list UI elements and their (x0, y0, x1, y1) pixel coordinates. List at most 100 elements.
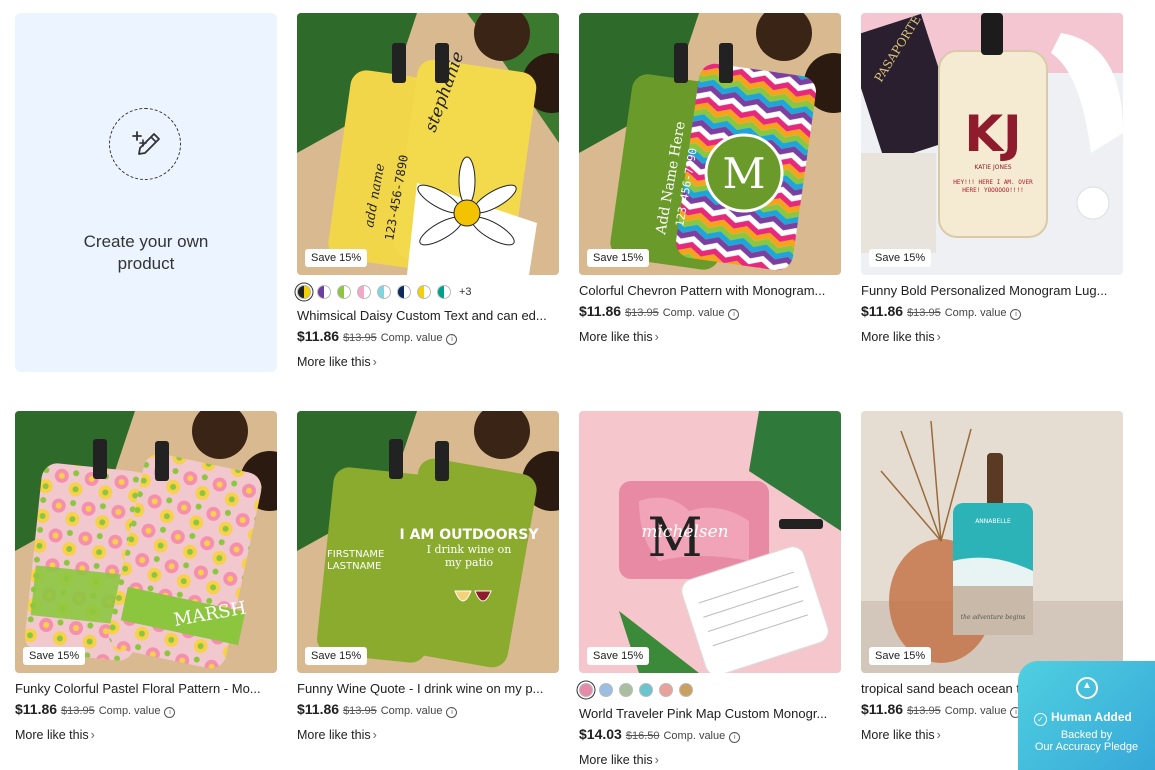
swatch[interactable] (397, 285, 411, 299)
product-title[interactable]: Whimsical Daisy Custom Text and can ed..… (297, 308, 559, 324)
swatch[interactable] (639, 683, 653, 697)
more-like-this-link[interactable]: More like this › (579, 753, 841, 767)
more-like-label: More like this (861, 728, 935, 742)
human-added-title: ✓ Human Added (1034, 710, 1132, 726)
product-title[interactable]: World Traveler Pink Map Custom Monogr... (579, 706, 841, 722)
swatch[interactable] (357, 285, 371, 299)
old-price: $13.95 (625, 307, 659, 319)
more-colors-count[interactable]: +3 (459, 286, 472, 298)
swatch[interactable] (437, 285, 451, 299)
info-icon[interactable]: i (446, 707, 458, 718)
price: $14.03 (579, 726, 622, 742)
comp-value-label: Comp. value (380, 332, 443, 344)
swatch[interactable] (599, 683, 613, 697)
art-kj-monogram: KJ (964, 105, 1021, 163)
swatch[interactable] (579, 683, 593, 697)
art-beach-script: the adventure begins (961, 614, 1026, 621)
more-like-label: More like this (297, 355, 371, 369)
chevron-right-icon: › (654, 753, 659, 767)
comp-value-label: Comp. value (380, 705, 443, 717)
product-card[interactable]: PASAPORTE KJ KATIE JONES HEY!!! HERE I A… (861, 13, 1123, 344)
more-like-this-link[interactable]: More like this › (15, 728, 277, 742)
human-added-badge[interactable]: ✓ Human Added Backed by Our Accuracy Pled… (1018, 661, 1155, 770)
price: $11.86 (15, 701, 58, 717)
save-badge: Save 15% (23, 647, 86, 665)
swatch[interactable] (377, 285, 391, 299)
swatch[interactable] (317, 285, 331, 299)
art-pink-name: michelsen (641, 522, 728, 542)
product-title[interactable]: Colorful Chevron Pattern with Monogram..… (579, 283, 841, 299)
comp-value-label: Comp. value (663, 730, 726, 742)
product-image[interactable]: PASAPORTE KJ KATIE JONES HEY!!! HERE I A… (861, 13, 1123, 275)
art-kj-name: KATIE JONES (974, 164, 1011, 171)
more-like-label: More like this (15, 728, 89, 742)
chevron-right-icon: › (654, 330, 659, 344)
price-row: $14.03 $16.50 Comp. value i (579, 726, 841, 743)
price: $11.86 (297, 328, 340, 344)
price-row: $11.86 $13.95 Comp. value i (297, 328, 559, 345)
product-card[interactable]: M michelsen Save 15% World Traveler Pink… (579, 411, 841, 767)
price-row: $11.86 $13.95 Comp. value i (15, 701, 277, 718)
more-like-this-link[interactable]: More like this › (579, 330, 841, 344)
price-row: $11.86 $13.95 Comp. value i (297, 701, 559, 718)
more-like-label: More like this (579, 330, 653, 344)
save-badge: Save 15% (305, 647, 368, 665)
save-badge: Save 15% (587, 249, 650, 267)
product-card[interactable]: FIRSTNAME LASTNAME I AM OUTDOORSY I drin… (297, 411, 559, 742)
product-image[interactable]: FIRSTNAME LASTNAME I AM OUTDOORSY I drin… (297, 411, 559, 673)
more-like-this-link[interactable]: More like this › (861, 330, 1123, 344)
old-price: $13.95 (61, 705, 95, 717)
old-price: $13.95 (907, 307, 941, 319)
product-title[interactable]: Funny Bold Personalized Monogram Lug... (861, 283, 1123, 299)
product-card[interactable]: stephanie add name 123-456-7890 Save 15%… (297, 13, 559, 369)
product-image[interactable]: MARSH Save 15% (15, 411, 277, 673)
art-beach-name: ANNABELLE (975, 518, 1011, 525)
art-chevron-monogram: M (722, 149, 765, 198)
product-title[interactable]: Funky Colorful Pastel Floral Pattern - M… (15, 681, 277, 697)
swatch[interactable] (659, 683, 673, 697)
product-image[interactable]: stephanie add name 123-456-7890 Save 15% (297, 13, 559, 275)
art-kj-msg: HEY!!! HERE I AM. OVER HERE! YOOOOOO!!!! (953, 179, 1033, 194)
info-icon[interactable]: i (729, 732, 741, 743)
color-swatches (579, 682, 841, 698)
product-title[interactable]: Funny Wine Quote - I drink wine on my p.… (297, 681, 559, 697)
old-price: $13.95 (907, 705, 941, 717)
art-wine-name: FIRSTNAME LASTNAME (327, 549, 385, 572)
create-edit-icon (109, 108, 181, 180)
price: $11.86 (861, 303, 904, 319)
save-badge: Save 15% (587, 647, 650, 665)
product-card[interactable]: MARSH Save 15% Funky Colorful Pastel Flo… (15, 411, 277, 742)
accuracy-pledge-label: Our Accuracy Pledge (1034, 741, 1139, 753)
info-icon[interactable]: i (1010, 309, 1022, 320)
price: $11.86 (297, 701, 340, 717)
more-like-this-link[interactable]: More like this › (297, 355, 559, 369)
info-icon[interactable]: i (728, 309, 740, 320)
swatch[interactable] (337, 285, 351, 299)
swatch[interactable] (417, 285, 431, 299)
scroll-up-icon[interactable] (1076, 677, 1098, 699)
product-image[interactable]: M Add Name Here 123-456-7890 Save 15% (579, 13, 841, 275)
product-image[interactable]: ANNABELLE the adventure begins Save 15% (861, 411, 1123, 673)
comp-value-label: Comp. value (662, 307, 725, 319)
human-added-label: Human Added (1051, 710, 1132, 724)
product-image[interactable]: M michelsen Save 15% (579, 411, 841, 673)
chevron-right-icon: › (936, 330, 941, 344)
more-like-label: More like this (297, 728, 371, 742)
more-like-this-link[interactable]: More like this › (297, 728, 559, 742)
swatch[interactable] (679, 683, 693, 697)
create-label: Create your own product (83, 232, 209, 273)
price: $11.86 (861, 701, 904, 717)
comp-value-label: Comp. value (944, 705, 1007, 717)
more-like-label: More like this (579, 753, 653, 767)
more-like-label: More like this (861, 330, 935, 344)
swatch[interactable] (619, 683, 633, 697)
info-icon[interactable]: i (446, 334, 458, 345)
old-price: $13.95 (343, 332, 377, 344)
info-icon[interactable]: i (164, 707, 176, 718)
accuracy-pledge-text: Backed by Our Accuracy Pledge (1018, 729, 1155, 753)
chevron-right-icon: › (936, 728, 941, 742)
create-your-own-card[interactable]: Create your own product (15, 13, 277, 372)
swatch[interactable] (297, 285, 311, 299)
old-price: $16.50 (625, 730, 660, 742)
product-card[interactable]: M Add Name Here 123-456-7890 Save 15% Co… (579, 13, 841, 344)
